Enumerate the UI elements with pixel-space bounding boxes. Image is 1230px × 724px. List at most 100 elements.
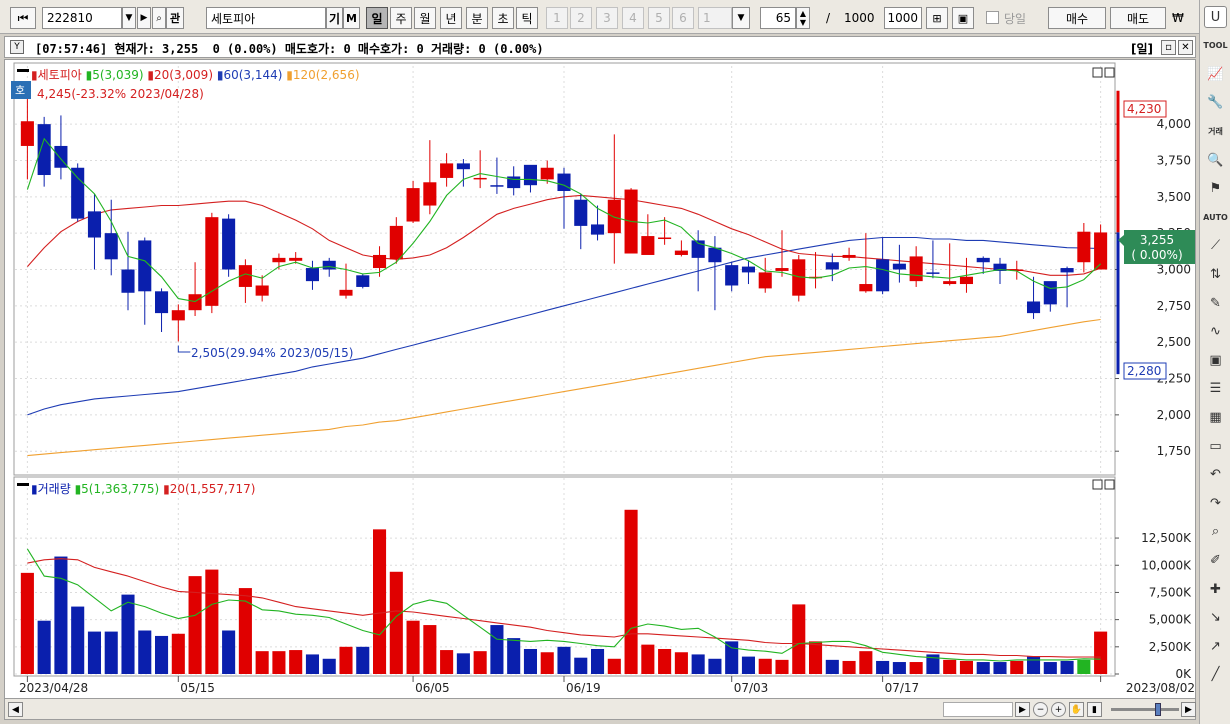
unit-4-button[interactable]: 4 [622,7,644,29]
volume-bar [607,658,621,674]
candle-body [725,265,739,286]
zoom-in-button[interactable]: + [1051,702,1066,717]
box-button[interactable]: ▣ [1204,349,1227,371]
volume-bar [708,658,722,674]
vol-pane-restore-button[interactable] [1092,479,1103,490]
restore-button[interactable]: ▫ [1161,40,1176,55]
grid-button[interactable]: ▦ [1204,406,1227,428]
unit-6-button[interactable]: 6 [672,7,694,29]
zoom-slider-handle[interactable] [1155,703,1161,716]
volume-bar [792,604,806,674]
m-button[interactable]: M [343,7,360,29]
chart-area[interactable]: 4,0003,7503,5003,2503,0002,7502,5002,250… [4,59,1196,699]
volume-bar [725,641,739,674]
scroll-end-button[interactable]: ▶ [1181,702,1196,717]
redo-button[interactable]: ↷ [1204,492,1227,514]
candle-body [775,268,789,271]
eraser-button[interactable]: ✐ [1204,549,1227,571]
unit-5-button[interactable]: 5 [648,7,670,29]
zoom-out-button[interactable]: − [1033,702,1048,717]
time-tick-label: 07/03 [734,681,769,695]
period-day-button[interactable]: 일 [366,7,388,29]
pane-close-button[interactable] [1104,67,1115,78]
pin-icon[interactable]: Y [10,40,24,54]
volume-bar [574,657,588,674]
period-month-button[interactable]: 월 [414,7,436,29]
trend-button[interactable]: ⟋ [1204,235,1227,257]
tool-0-button[interactable]: U [1204,6,1227,28]
scroll-right-button[interactable]: ▶ [1015,702,1030,717]
volume-bar [356,646,370,674]
count-max-input[interactable]: 1000 [884,7,922,29]
unit-select[interactable]: 1 [698,7,732,29]
search-button[interactable]: ⌕ [152,7,166,29]
vol-pane-close-button[interactable] [1104,479,1115,490]
tool-1-button[interactable]: TOOL [1203,35,1227,57]
save-button[interactable]: ▣ [952,7,974,29]
volume-tick-label: 10,000K [1141,558,1192,572]
flag-button[interactable]: ⚑ [1204,178,1227,200]
box-icon: ▣ [1209,352,1222,368]
gi-button[interactable]: 기 [326,7,343,29]
unit-3-button[interactable]: 3 [596,7,618,29]
toolbar: ⏮ 222810 ▼ ▶ ⌕ 관 세토피아 기 M 일 주 월 년 분 초 틱 … [0,0,1230,34]
line-button[interactable]: ∿ [1204,321,1227,343]
buy-button[interactable]: 매수 [1048,7,1106,29]
tool-button[interactable]: ✎ [1204,292,1227,314]
scroll-left-button[interactable]: ◀ [8,702,23,717]
stock-code-input[interactable]: 222810 [42,7,122,29]
currency-icon[interactable]: ₩ [1172,7,1184,29]
candle-body [87,211,102,238]
period-minute-button[interactable]: 분 [466,7,488,29]
split-button[interactable]: ⇅ [1204,263,1227,285]
count-spinner[interactable]: ▲ ▼ [796,7,810,29]
code-next-button[interactable]: ▶ [137,7,151,29]
pane-restore-button[interactable] [1092,67,1103,78]
unit-2-button[interactable]: 2 [570,7,592,29]
corner-button[interactable]: ↘ [1204,607,1227,629]
wrench-button[interactable]: 🔧 [1204,92,1227,114]
chart-button[interactable]: 📈 [1204,63,1227,85]
stack-button[interactable]: ☰ [1204,378,1227,400]
unit-select-dropdown[interactable]: ▼ [732,7,750,29]
candle-body [20,121,34,146]
same-day-label: 당일 [1004,11,1027,26]
pen-button[interactable]: ╱ [1204,664,1227,686]
tool-4-button[interactable]: 거래 [1204,120,1227,142]
volume-bar [741,656,756,674]
gwan-button[interactable]: 관 [166,7,184,29]
count-input[interactable]: 65 [760,7,796,29]
search-doc-button[interactable]: 🔍 [1204,149,1227,171]
period-second-button[interactable]: 초 [492,7,514,29]
price-tick-label: 2,500 [1157,335,1191,349]
sell-button[interactable]: 매도 [1110,7,1166,29]
undo-button[interactable]: ↶ [1204,464,1227,486]
volume-bar [540,652,554,674]
split-icon: ⇅ [1210,266,1221,282]
unit-1-button[interactable]: 1 [546,7,568,29]
add-button[interactable]: ✚ [1204,578,1227,600]
period-week-button[interactable]: 주 [390,7,412,29]
close-button[interactable]: ✕ [1178,40,1193,55]
zoom-button[interactable]: ⌕ [1204,521,1227,543]
period-tick-button[interactable]: 틱 [516,7,538,29]
window-button[interactable]: ▭ [1204,435,1227,457]
pan-button[interactable]: ✋ [1069,702,1084,717]
chart-icon: 📈 [1207,66,1224,82]
arrow-button[interactable]: ↗ [1204,635,1227,657]
stock-chart[interactable]: 4,0003,7503,5003,2503,0002,7502,5002,250… [5,60,1196,699]
same-day-checkbox[interactable] [986,11,999,24]
period-year-button[interactable]: 년 [440,7,462,29]
tool-7-button[interactable]: AUTO [1203,206,1228,228]
code-dropdown-button[interactable]: ▼ [122,7,136,29]
first-page-button[interactable]: ⏮ [10,7,36,29]
candle-body [339,289,353,296]
stock-name-field[interactable]: 세토피아 [206,7,326,29]
chart-add-button[interactable]: ⊞ [926,7,948,29]
zoom-slider[interactable] [1111,708,1179,711]
badge-ho-text: 호 [15,84,25,97]
volume-bar [557,646,571,674]
bars-button[interactable]: ▮ [1087,702,1102,717]
scroll-thumb[interactable] [943,702,1013,717]
candle-body [289,257,303,261]
